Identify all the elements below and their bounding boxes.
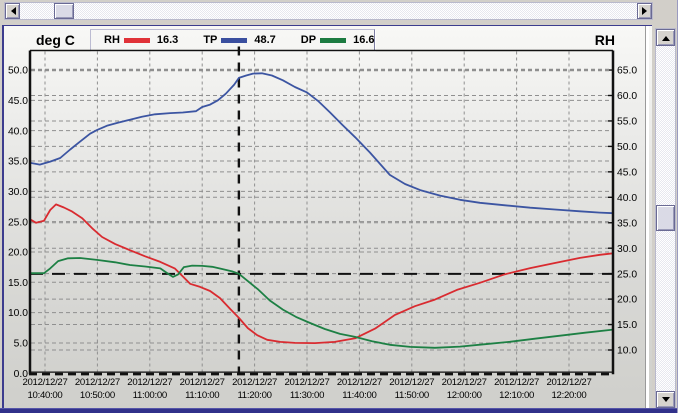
right-tick-label: 45.0 bbox=[617, 167, 637, 178]
left-tick-label: 30.0 bbox=[8, 187, 28, 198]
right-tick-label: 25.0 bbox=[617, 269, 637, 280]
x-tick-time: 11:20:00 bbox=[237, 390, 271, 401]
series-dp bbox=[30, 258, 613, 348]
x-tick-date: 2012/12/27 bbox=[337, 377, 382, 388]
x-tick-time: 12:20:00 bbox=[552, 390, 587, 401]
x-tick-date: 2012/12/27 bbox=[127, 377, 172, 388]
right-tick-label: 35.0 bbox=[617, 218, 637, 229]
x-tick-date: 2012/12/27 bbox=[180, 377, 225, 388]
right-tick-label: 10.0 bbox=[617, 346, 637, 357]
x-tick-time: 10:40:00 bbox=[28, 390, 63, 401]
left-tick-label: 20.0 bbox=[8, 248, 28, 259]
right-tick-label: 65.0 bbox=[617, 66, 637, 77]
left-tick-label: 50.0 bbox=[8, 66, 28, 77]
right-tick-label: 55.0 bbox=[617, 117, 637, 128]
window-bottom-border bbox=[0, 408, 678, 413]
x-tick-date: 2012/12/27 bbox=[389, 377, 434, 388]
x-tick-time: 11:30:00 bbox=[290, 390, 324, 401]
x-tick-time: 11:00:00 bbox=[133, 390, 167, 401]
scroll-up-button[interactable] bbox=[656, 29, 675, 46]
left-tick-label: 25.0 bbox=[8, 217, 28, 228]
x-tick-date: 2012/12/27 bbox=[232, 377, 277, 388]
x-tick-date: 2012/12/27 bbox=[284, 377, 329, 388]
left-tick-label: 35.0 bbox=[8, 157, 28, 168]
x-tick-time: 11:10:00 bbox=[185, 390, 219, 401]
left-tick-label: 10.0 bbox=[8, 308, 28, 319]
x-tick-date: 2012/12/27 bbox=[75, 377, 120, 388]
left-tick-label: 15.0 bbox=[8, 278, 28, 289]
left-tick-label: 40.0 bbox=[8, 126, 28, 137]
x-tick-date: 2012/12/27 bbox=[442, 377, 487, 388]
x-tick-time: 11:40:00 bbox=[342, 390, 376, 401]
scroll-down-button[interactable] bbox=[656, 391, 675, 408]
x-tick-time: 10:50:00 bbox=[80, 390, 115, 401]
right-tick-label: 50.0 bbox=[617, 142, 637, 153]
plot-area[interactable]: 50.045.040.035.030.025.020.015.010.05.00… bbox=[0, 0, 678, 413]
x-tick-time: 12:10:00 bbox=[499, 390, 534, 401]
vertical-scrollbar-thumb[interactable] bbox=[656, 205, 675, 231]
vertical-scrollbar[interactable] bbox=[655, 28, 676, 409]
right-tick-label: 15.0 bbox=[617, 320, 637, 331]
up-arrow-icon bbox=[662, 32, 670, 41]
down-arrow-icon bbox=[662, 397, 670, 406]
x-tick-date: 2012/12/27 bbox=[546, 377, 591, 388]
right-tick-label: 60.0 bbox=[617, 91, 637, 102]
trend-chart-window: deg C RH 16.3 TP 48.7 DP 16.6 RH 50.045.… bbox=[0, 0, 678, 413]
right-tick-label: 20.0 bbox=[617, 295, 637, 306]
x-tick-time: 11:50:00 bbox=[395, 390, 429, 401]
right-tick-label: 30.0 bbox=[617, 244, 637, 255]
x-tick-date: 2012/12/27 bbox=[494, 377, 539, 388]
x-tick-date: 2012/12/27 bbox=[22, 377, 67, 388]
left-tick-label: 5.0 bbox=[14, 339, 29, 350]
series-tp bbox=[30, 73, 613, 213]
x-tick-time: 12:00:00 bbox=[447, 390, 482, 401]
right-tick-label: 40.0 bbox=[617, 193, 637, 204]
left-tick-label: 45.0 bbox=[8, 96, 28, 107]
